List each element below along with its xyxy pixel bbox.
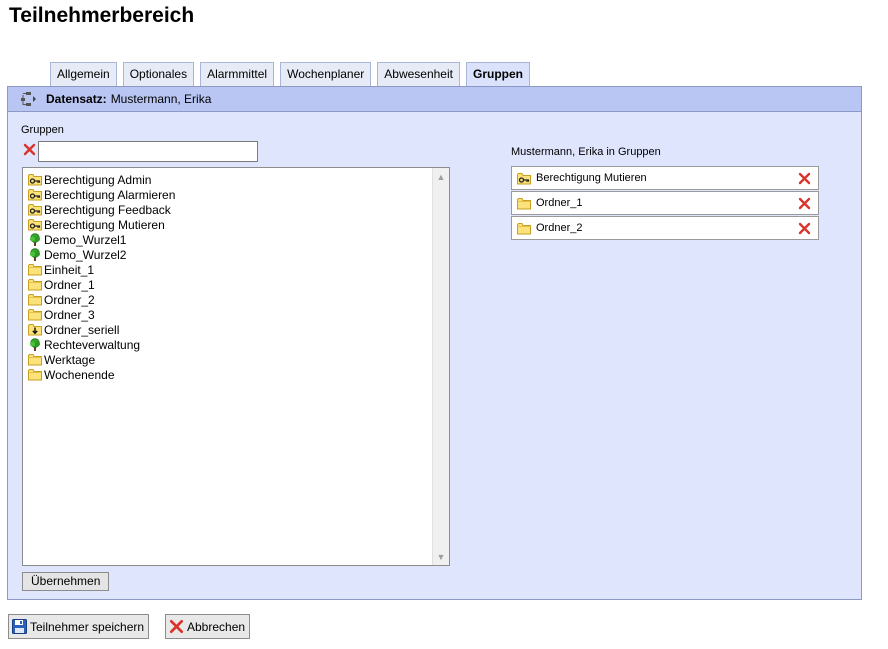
list-item[interactable]: Einheit_1 [28,262,175,277]
folder-icon [28,263,42,276]
list-item[interactable]: Ordner_2 [28,292,175,307]
available-groups-list[interactable]: Berechtigung Admin Berechtigung Alarmiere… [22,167,450,566]
list-item-label: Ordner_1 [44,277,95,292]
list-item[interactable]: Rechteverwaltung [28,337,175,352]
list-item[interactable]: Demo_Wurzel2 [28,247,175,262]
list-item-label: Werktage [44,352,96,367]
assigned-group-label: Ordner_2 [536,222,583,234]
save-participant-button[interactable]: Teilnehmer speichern [8,614,150,639]
tab-abwesenheit[interactable]: Abwesenheit [377,62,460,86]
list-item-label: Einheit_1 [44,262,95,277]
groups-label: Gruppen [21,124,64,136]
clear-filter-icon[interactable] [23,143,36,156]
group-filter-input[interactable] [38,141,258,162]
tab-allgemein[interactable]: Allgemein [50,62,117,86]
list-item-label: Wochenende [44,367,115,382]
list-item[interactable]: Berechtigung Admin [28,172,175,187]
close-icon [169,619,184,634]
serial-folder-icon [28,323,42,336]
apply-button[interactable]: Übernehmen [22,572,110,591]
cancel-label: Abbrechen [187,619,246,634]
save-participant-label: Teilnehmer speichern [30,619,145,634]
key-icon [28,188,42,201]
key-icon [28,218,42,231]
list-item[interactable]: Ordner_1 [28,277,175,292]
cancel-button[interactable]: Abbrechen [165,614,251,639]
folder-icon [517,197,531,210]
assigned-groups-list: Berechtigung Mutieren Ordner_1 Ordner_2 [511,166,819,241]
assigned-group-row: Ordner_2 [511,216,819,240]
scroll-down-icon[interactable]: ▼ [433,548,449,565]
key-icon [517,172,531,185]
tab-alarmmittel[interactable]: Alarmmittel [200,62,275,86]
folder-icon [28,353,42,366]
list-item[interactable]: Berechtigung Mutieren [28,217,175,232]
tree-icon [28,338,42,351]
assigned-group-row: Ordner_1 [511,191,819,215]
folder-icon [28,368,42,381]
list-item[interactable]: Ordner_seriell [28,322,175,337]
assigned-group-label: Berechtigung Mutieren [536,172,647,184]
folder-icon [28,308,42,321]
record-label: Datensatz: [46,92,107,106]
remove-group-icon[interactable] [798,222,811,235]
list-item-label: Ordner_seriell [44,322,120,337]
groups-panel: Datensatz: Mustermann, Erika Gruppen Ber… [7,86,862,600]
tab-gruppen[interactable]: Gruppen [465,62,530,87]
remove-group-icon[interactable] [798,197,811,210]
record-value: Mustermann, Erika [110,92,212,106]
list-item-label: Ordner_3 [44,307,95,322]
tree-icon [28,233,42,246]
list-item-label: Demo_Wurzel1 [44,232,127,247]
list-item-label: Berechtigung Feedback [44,202,171,217]
tab-bar: Allgemein Optionales Alarmmittel Wochenplan… [50,62,530,87]
list-item[interactable]: Berechtigung Feedback [28,202,175,217]
list-item[interactable]: Ordner_3 [28,307,175,322]
list-item[interactable]: Wochenende [28,367,175,382]
folder-icon [28,293,42,306]
list-item-label: Berechtigung Alarmieren [44,187,176,202]
record-tree-icon [20,91,38,107]
page-title: Teilnehmerbereich [9,4,195,27]
list-scrollbar[interactable]: ▲ ▼ [432,168,449,565]
tab-wochenplaner[interactable]: Wochenplaner [280,62,372,86]
tree-icon [28,248,42,261]
list-item[interactable]: Berechtigung Alarmieren [28,187,175,202]
remove-group-icon[interactable] [798,172,811,185]
list-item-label: Rechteverwaltung [44,337,141,352]
folder-icon [517,222,531,235]
list-item-label: Demo_Wurzel2 [44,247,127,262]
list-item[interactable]: Werktage [28,352,175,367]
list-item-label: Berechtigung Admin [44,172,152,187]
tab-optionales[interactable]: Optionales [122,62,195,86]
folder-icon [28,278,42,291]
record-header: Datensatz: Mustermann, Erika [8,87,861,112]
assigned-group-label: Ordner_1 [536,197,583,209]
scroll-up-icon[interactable]: ▲ [433,168,449,185]
floppy-disk-icon [12,619,27,634]
key-icon [28,203,42,216]
assigned-group-row: Berechtigung Mutieren [511,166,819,190]
list-item[interactable]: Demo_Wurzel1 [28,232,175,247]
key-icon [28,173,42,186]
assigned-groups-label: Mustermann, Erika in Gruppen [511,146,661,158]
list-item-label: Ordner_2 [44,292,95,307]
list-item-label: Berechtigung Mutieren [44,217,165,232]
